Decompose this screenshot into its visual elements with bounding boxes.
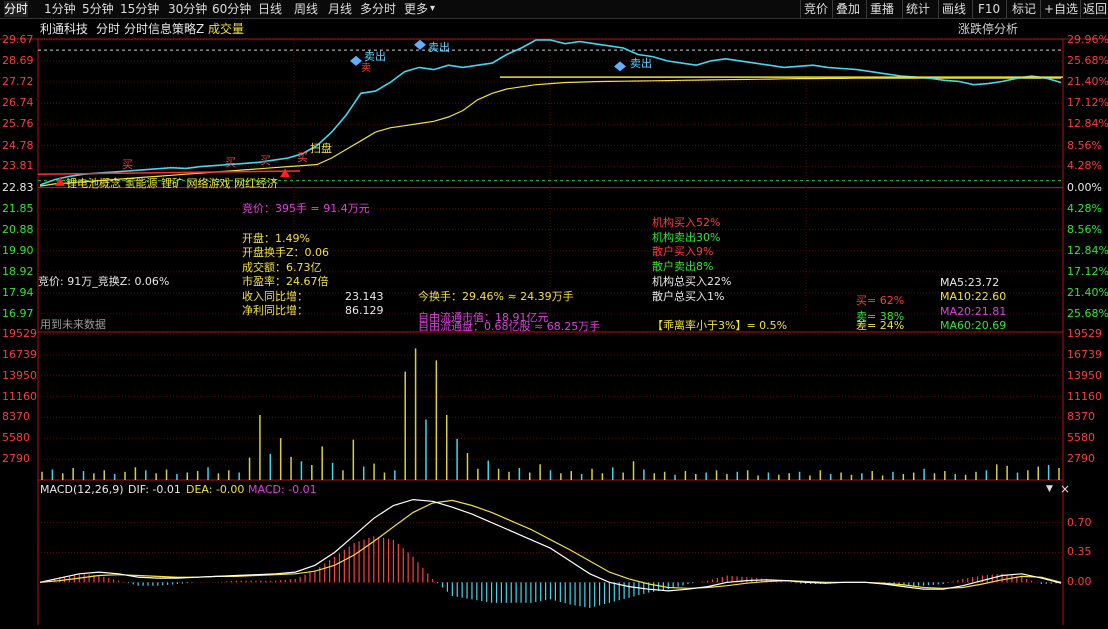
volume-tick-label: 13950 xyxy=(1067,368,1102,382)
buy-marker-1: 买 xyxy=(122,158,133,171)
inst-sell: 机构卖出30% xyxy=(652,231,721,244)
revenue-growth-value: 23.143 xyxy=(345,290,384,303)
volume-tick-label: 8370 xyxy=(1067,410,1095,424)
ma20-value: MA20:21.81 xyxy=(940,305,1007,318)
ma5-value: MA5:23.72 xyxy=(940,276,1000,289)
price-tick-label: 18.92 xyxy=(2,264,34,278)
macd-tick-label: 0.00 xyxy=(1067,575,1092,589)
percent-tick-label: 25.68% xyxy=(1067,54,1108,68)
percent-tick-label: 21.40% xyxy=(1067,75,1108,89)
sell-diamond-icon xyxy=(414,39,426,50)
volume-tick-label: 5580 xyxy=(1067,431,1095,445)
macd-value: MACD: -0.01 xyxy=(248,483,317,496)
open-pct: 开盘：1.49% xyxy=(242,232,310,245)
price-tick-label: 19.90 xyxy=(2,243,34,257)
percent-tick-label: 4.28% xyxy=(1067,159,1102,173)
price-tick-label: 25.76 xyxy=(2,117,34,131)
price-tick-label: 21.85 xyxy=(2,201,34,215)
profit-growth-label: 净利同比增： xyxy=(242,304,308,317)
price-tick-label: 29.67 xyxy=(2,33,34,46)
inst-buy: 机构买入52% xyxy=(652,216,721,229)
volume-tick-label: 2790 xyxy=(2,452,30,466)
retail-sell: 散户卖出8% xyxy=(652,260,714,273)
volume-tick-label: 13950 xyxy=(2,368,37,382)
volume-tick-label: 11160 xyxy=(1067,389,1102,403)
price-tick-label: 27.72 xyxy=(2,75,34,89)
volume-tick-label: 16739 xyxy=(1067,347,1102,361)
inst-total: 机构总买入22% xyxy=(652,275,732,288)
percent-tick-label: 17.12% xyxy=(1067,96,1108,110)
price-tick-label: 20.88 xyxy=(2,222,34,236)
percent-tick-label: 29.96% xyxy=(1067,33,1108,46)
percent-tick-label: 8.56% xyxy=(1067,138,1102,152)
volume-tick-label: 19529 xyxy=(1067,327,1102,340)
buy-marker-4: 买 xyxy=(297,151,308,164)
amount: 成交额：6.73亿 xyxy=(242,261,322,274)
price-tick-label: 17.94 xyxy=(2,286,34,300)
chevron-down-icon[interactable]: ▼ xyxy=(1046,484,1053,494)
pe-ratio: 市盈率：24.67倍 xyxy=(242,275,329,288)
turnover-today: 今换手：29.46% ≈ 24.39万手 xyxy=(418,290,574,303)
price-tick-label: 26.74 xyxy=(2,96,34,110)
macd-chart xyxy=(39,498,1062,608)
sell-marker-3: 卖出 xyxy=(630,57,652,70)
price-tick-label: 22.83 xyxy=(2,180,34,194)
price-tick-label: 16.97 xyxy=(2,307,34,320)
price-tick-label: 28.69 xyxy=(2,54,34,68)
percent-tick-label: 4.28% xyxy=(1067,201,1102,215)
dif-line xyxy=(39,498,1062,592)
deviation-rate: 【乖离率小于3%】= 0.5% xyxy=(652,319,788,332)
percent-tick-label: 8.56% xyxy=(1067,222,1102,236)
volume-tick-label: 8370 xyxy=(2,410,30,424)
price-tick-label: 23.81 xyxy=(2,159,34,173)
price-tick-label: 24.78 xyxy=(2,138,34,152)
macd-tick-label: 0.35 xyxy=(1067,545,1092,559)
concept-tags: 锂电池概念 氢能源 锂矿 网络游戏 网红经济 xyxy=(66,177,278,190)
sell-diamond-icon xyxy=(614,61,626,72)
percent-tick-label: 25.68% xyxy=(1067,307,1108,320)
ma10-value: MA10:22.60 xyxy=(940,290,1007,303)
percent-tick-label: 12.84% xyxy=(1067,117,1108,131)
buy-marker-3: 买 xyxy=(260,154,271,167)
percent-tick-label: 21.40% xyxy=(1067,286,1108,300)
volume-tick-label: 2790 xyxy=(1067,452,1095,466)
auction-info: 竞价：395手 = 91.4万元 xyxy=(242,202,370,215)
profit-growth-value: 86.129 xyxy=(345,304,384,317)
small-marker: 卖 xyxy=(361,63,371,74)
float-shares: 自由流通盘：0.68亿股 ≈ 68.25万手 xyxy=(418,320,601,333)
volume-tick-label: 5580 xyxy=(2,431,30,445)
dea-line xyxy=(39,499,1062,589)
sell-marker-2: 卖出 xyxy=(428,41,450,54)
retail-total: 散户总买入1% xyxy=(652,290,725,303)
macd-tick-label: 0.70 xyxy=(1067,515,1092,529)
macd-dea: DEA: -0.00 xyxy=(186,483,245,496)
volume-tick-label: 19529 xyxy=(2,327,37,340)
percent-tick-label: 0.00% xyxy=(1067,180,1102,194)
buy-triangle-icon xyxy=(280,168,290,178)
percent-tick-label: 17.12% xyxy=(1067,264,1108,278)
buy-marker-2: 买 xyxy=(225,156,236,169)
auction-turnover: 竞价: 91万_竞换Z: 0.06% xyxy=(38,275,170,288)
diff-ratio: 差= 24% xyxy=(856,319,905,332)
sweep-marker: 扫盘 xyxy=(310,142,332,155)
open-turnover: 开盘换手Z：0.06 xyxy=(242,246,330,259)
volume-tick-label: 16739 xyxy=(2,347,37,361)
close-icon[interactable]: × xyxy=(1060,483,1070,495)
revenue-growth-label: 收入同比增： xyxy=(242,290,308,303)
macd-label[interactable]: MACD(12,26,9) xyxy=(40,483,124,496)
buy-ratio: 买= 62% xyxy=(856,294,905,307)
ma60-value: MA60:20.69 xyxy=(940,319,1007,332)
percent-tick-label: 12.84% xyxy=(1067,243,1108,257)
retail-buy: 散户买入9% xyxy=(652,245,714,258)
volume-chart xyxy=(41,348,1060,480)
red-trend-line xyxy=(37,170,301,175)
macd-dif: DIF: -0.01 xyxy=(128,483,181,496)
future-data-note: 用到未来数据 xyxy=(40,318,106,331)
volume-tick-label: 11160 xyxy=(2,389,37,403)
